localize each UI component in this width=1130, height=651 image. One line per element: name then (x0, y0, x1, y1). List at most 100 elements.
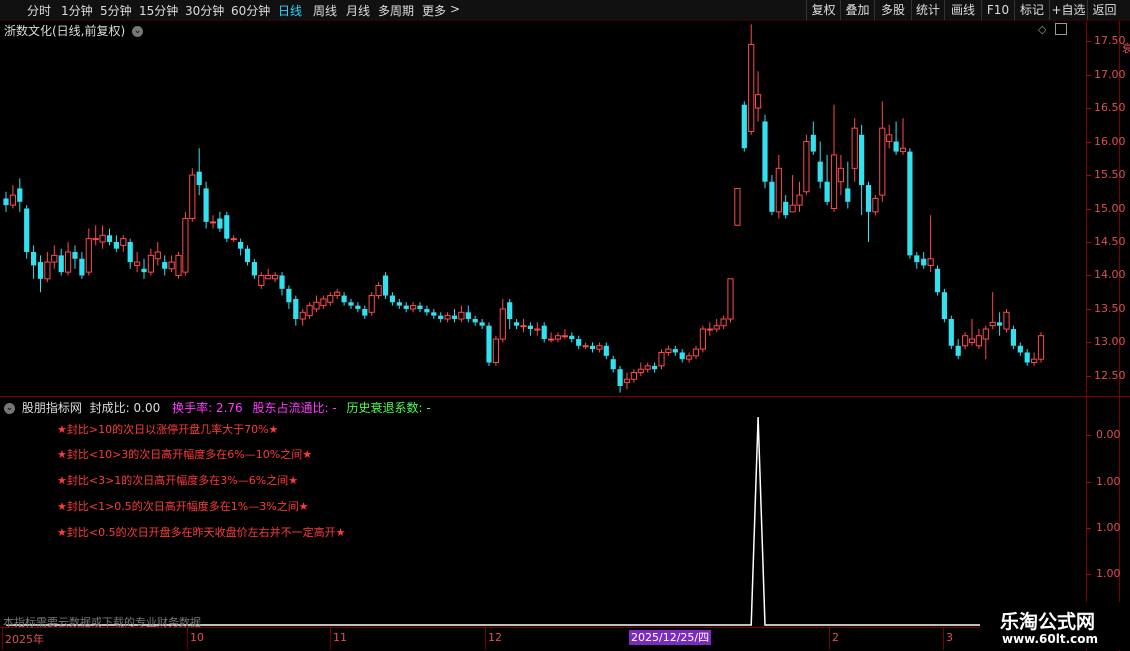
price-label: 13.50 (1094, 301, 1126, 315)
toolbar-button-4[interactable]: 画线 (944, 0, 981, 20)
candle (431, 308, 437, 319)
date-separator (829, 628, 830, 650)
candle (293, 295, 299, 326)
price-tick (1086, 208, 1091, 210)
candle-body (514, 322, 520, 326)
candle (837, 154, 844, 196)
candle (1024, 349, 1030, 366)
candle (734, 187, 741, 226)
tab-period-7[interactable]: 周线 (313, 2, 337, 19)
candle-body (113, 241, 119, 249)
candle-body (424, 308, 430, 313)
tab-period-8[interactable]: 月线 (346, 2, 370, 19)
tab-period-5[interactable]: 60分钟 (231, 2, 270, 19)
candle-body (748, 43, 755, 132)
tab-period-0[interactable]: 分时 (27, 2, 51, 19)
candle (644, 362, 651, 373)
candle (769, 175, 775, 216)
candle-body (175, 254, 182, 276)
candle (313, 295, 320, 313)
candle-body (189, 174, 196, 220)
candle (596, 342, 603, 353)
candle (17, 178, 23, 212)
candle (279, 272, 285, 296)
indicator-axis-label: 1.00 (1096, 567, 1121, 580)
indicator-tick (1086, 528, 1091, 529)
candle (465, 305, 471, 323)
tab-period-9[interactable]: 多周期 (378, 2, 414, 19)
candlestick-chart[interactable] (0, 21, 1086, 396)
candle-body (817, 161, 823, 182)
chevron-right-icon[interactable]: > (450, 2, 460, 16)
candle-body (968, 338, 976, 343)
candle-body (134, 261, 141, 266)
candle (72, 245, 78, 269)
candle-body (362, 308, 368, 316)
candle (196, 148, 202, 196)
price-tick (1086, 275, 1091, 277)
candle-body (410, 305, 417, 310)
candle-body (492, 338, 499, 364)
candle (907, 148, 913, 259)
candle-body (548, 338, 555, 341)
tab-period-6[interactable]: 日线 (278, 2, 302, 19)
candle (486, 322, 492, 366)
toolbar-button-7[interactable]: +自选 (1049, 0, 1087, 20)
candle-body (355, 305, 361, 309)
tab-period-4[interactable]: 30分钟 (185, 2, 224, 19)
candle (410, 302, 417, 313)
candle (548, 332, 555, 343)
candle-body (203, 188, 209, 222)
toolbar-button-1[interactable]: 叠加 (840, 0, 874, 20)
candle-body (534, 328, 541, 331)
candle-body (934, 268, 941, 293)
price-axis-line (1086, 21, 1087, 651)
tab-period-10[interactable]: 更多 (422, 2, 446, 19)
indicator-footnote: 本指标需要云数据或下载的专业财务数据 (3, 616, 201, 629)
toolbar-button-2[interactable]: 多股 (874, 0, 911, 20)
candle (403, 302, 409, 313)
toolbar-button-3[interactable]: 统计 (911, 0, 944, 20)
candle-body (306, 305, 313, 317)
candle-body (582, 345, 589, 348)
candle (203, 181, 209, 229)
toolbar-button-6[interactable]: 标记 (1014, 0, 1049, 20)
toolbar-button-8[interactable]: 返回 (1087, 0, 1121, 20)
candle-body (623, 378, 631, 384)
indicator-chart[interactable] (0, 397, 1086, 627)
toolbar-button-5[interactable]: F10 (981, 0, 1014, 20)
tab-period-3[interactable]: 15分钟 (139, 2, 178, 19)
candle (921, 252, 927, 269)
candle-body (997, 322, 1003, 326)
candle-body (955, 345, 961, 356)
candle (561, 329, 568, 340)
candle-body (679, 352, 685, 360)
candle-body (431, 312, 437, 316)
toolbar-button-0[interactable]: 复权 (806, 0, 840, 20)
candle (424, 305, 430, 316)
candle (1010, 325, 1016, 350)
candle (1037, 332, 1045, 363)
candle (44, 252, 51, 283)
candle (830, 104, 838, 212)
price-label: 13.00 (1094, 335, 1126, 349)
candle (389, 292, 395, 306)
candle-body (886, 134, 893, 143)
date-label: 3 (946, 631, 953, 644)
candle-body (451, 315, 458, 319)
date-separator (485, 628, 486, 650)
candle (492, 335, 499, 366)
candle-body (824, 181, 830, 202)
candle (789, 175, 796, 213)
candle (251, 258, 257, 279)
candle (603, 342, 609, 360)
candle-body (51, 254, 58, 263)
candle-body (389, 295, 395, 303)
watermark-title: 乐淘公式网 (1000, 611, 1096, 633)
tab-period-2[interactable]: 5分钟 (100, 2, 132, 19)
candle-body (789, 204, 796, 213)
candle (58, 248, 64, 276)
candle (775, 154, 782, 219)
candle-body (941, 292, 947, 319)
tab-period-1[interactable]: 1分钟 (61, 2, 93, 19)
